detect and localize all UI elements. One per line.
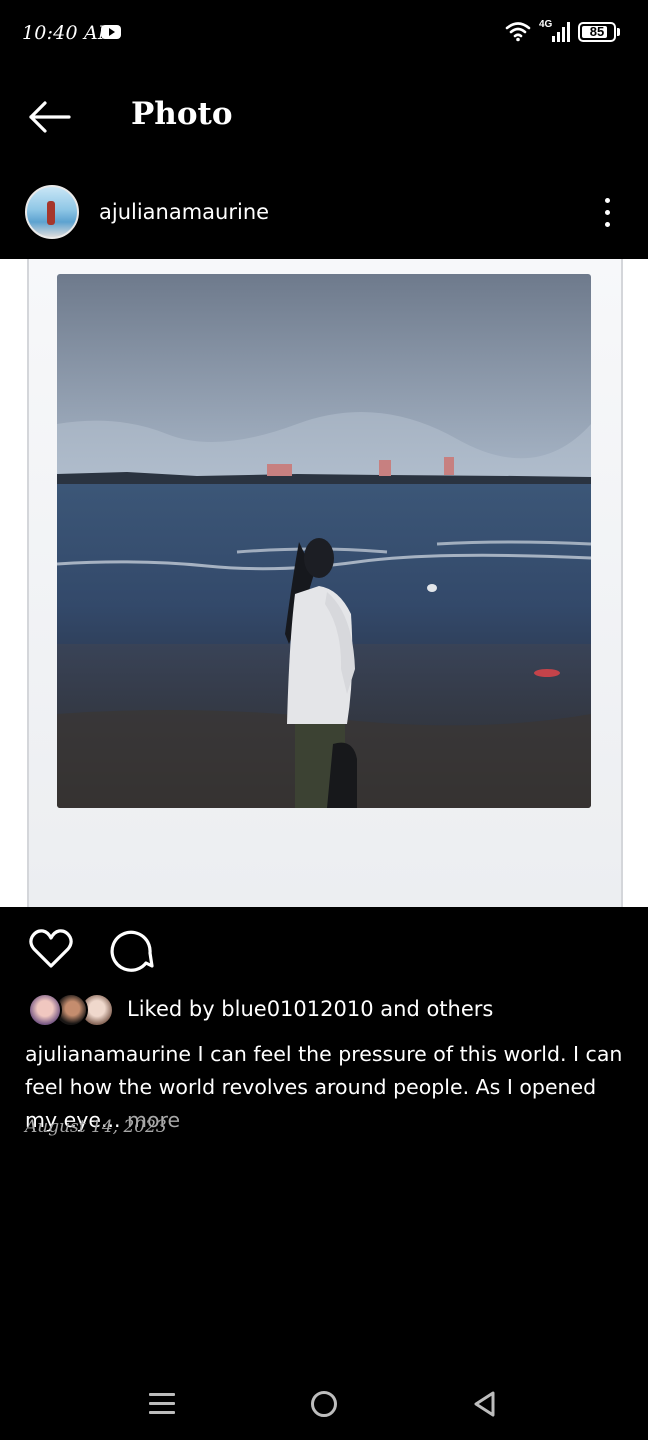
like-button[interactable] (28, 928, 74, 970)
beach-photo (57, 274, 591, 808)
liker-avatar (28, 993, 62, 1027)
back-triangle-icon[interactable] (472, 1390, 498, 1418)
home-icon[interactable] (311, 1391, 337, 1417)
wifi-icon (505, 22, 531, 42)
network-type-label: 4G (539, 19, 553, 30)
battery-percent: 85 (589, 24, 605, 39)
battery-icon: 85 (578, 22, 616, 42)
page-title: Photo (131, 96, 233, 132)
liked-by-text[interactable]: Liked by blue01012010 and others (127, 997, 493, 1021)
avatar[interactable] (25, 185, 79, 239)
youtube-icon (101, 25, 121, 39)
post-date: August 14, 2023 (25, 1117, 167, 1137)
comment-button[interactable] (106, 926, 154, 972)
comment-icon (110, 930, 154, 972)
caption-username[interactable]: ajulianamaurine (25, 1042, 191, 1066)
more-options-button[interactable] (596, 194, 620, 232)
post-photo[interactable] (0, 259, 648, 907)
signal-icon (552, 22, 570, 42)
heart-icon (29, 929, 73, 968)
status-bar: 10:40 AM 4G 85 (0, 0, 648, 64)
menu-icon[interactable] (149, 1391, 175, 1417)
more-vertical-icon (605, 198, 610, 203)
arrow-left-icon (29, 101, 71, 133)
post-username[interactable]: ajulianamaurine (99, 200, 269, 224)
liker-avatars[interactable] (28, 993, 114, 1029)
battery-tip (617, 28, 620, 36)
back-button[interactable] (24, 96, 76, 138)
